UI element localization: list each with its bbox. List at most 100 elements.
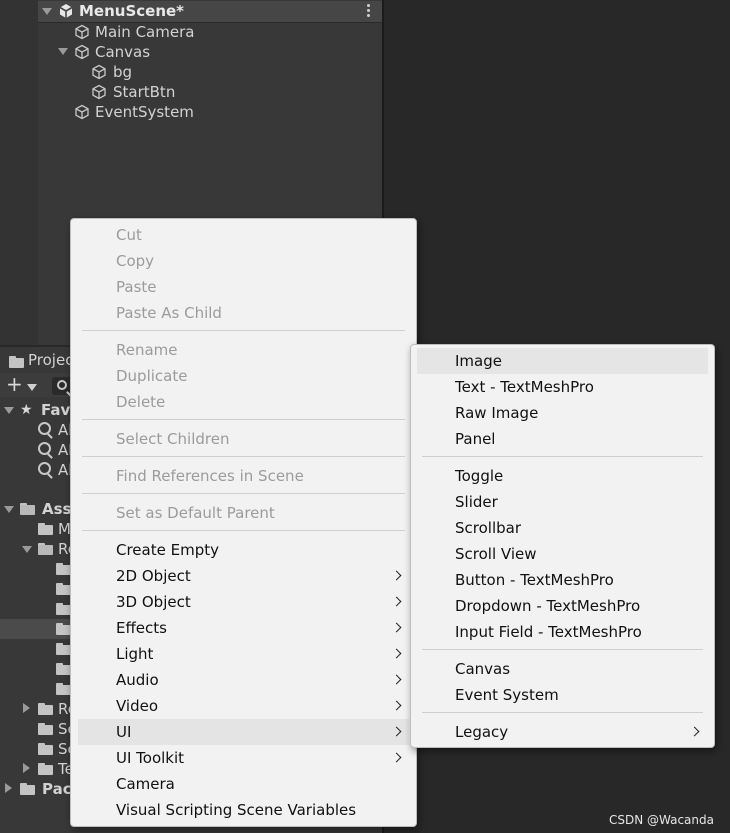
menu-item-copy: Copy (116, 252, 155, 270)
submenu-item-slider[interactable]: Slider (411, 489, 714, 515)
submenu-item-image[interactable]: Image (417, 348, 708, 374)
chevron-right-icon (391, 648, 402, 659)
menu-item-label: 3D Object (116, 593, 191, 611)
gameobject-cube-icon (75, 24, 89, 40)
submenu-item-button-textmeshpro[interactable]: Button - TextMeshPro (411, 567, 714, 593)
menu-item-label: Audio (116, 671, 159, 689)
menu-item-delete: Delete (116, 393, 166, 411)
asset-folder-label: M (58, 520, 71, 538)
menu-item-label: UI (116, 723, 132, 741)
submenu-item-raw-image[interactable]: Raw Image (411, 400, 714, 426)
add-icon[interactable]: + (6, 372, 23, 396)
menu-item-2d-object[interactable]: 2D Object (71, 563, 416, 589)
scene-header-row[interactable]: MenuScene* (38, 1, 383, 23)
collapsed-arrow-icon[interactable] (5, 783, 12, 793)
folder-icon (38, 703, 54, 715)
unity-scene-icon (59, 4, 73, 18)
scene-title: MenuScene* (79, 2, 185, 20)
menu-item-set-default-parent: Set as Default Parent (116, 504, 275, 522)
expand-arrow-icon[interactable] (4, 506, 14, 513)
menu-item-create-empty[interactable]: Create Empty (71, 537, 416, 563)
menu-separator (82, 330, 405, 331)
ui-submenu: Image Text - TextMeshPro Raw Image Panel… (410, 344, 715, 748)
folder-icon (38, 743, 54, 755)
context-menu: Cut Copy Paste Paste As Child Rename Dup… (70, 218, 417, 827)
folder-icon (38, 723, 54, 735)
collapsed-arrow-icon[interactable] (23, 763, 30, 773)
menu-item-paste-as-child: Paste As Child (116, 304, 222, 322)
gameobject-cube-icon (92, 84, 106, 100)
chevron-right-icon (391, 596, 402, 607)
menu-item-camera[interactable]: Camera (71, 771, 416, 797)
add-dropdown-icon[interactable] (27, 384, 37, 391)
search-icon (57, 380, 67, 390)
hierarchy-item-label: StartBtn (113, 83, 176, 101)
collapse-arrow-icon[interactable] (42, 8, 52, 15)
menu-item-find-references: Find References in Scene (116, 467, 304, 485)
collapsed-arrow-icon[interactable] (23, 703, 30, 713)
menu-item-duplicate: Duplicate (116, 367, 188, 385)
menu-separator (82, 456, 405, 457)
menu-item-ui-toolkit[interactable]: UI Toolkit (71, 745, 416, 771)
submenu-item-dropdown-textmeshpro[interactable]: Dropdown - TextMeshPro (411, 593, 714, 619)
hierarchy-gutter (0, 0, 38, 345)
folder-icon (38, 763, 54, 775)
hierarchy-item-label: EventSystem (95, 103, 194, 121)
search-icon (38, 422, 51, 435)
submenu-item-scroll-view[interactable]: Scroll View (411, 541, 714, 567)
menu-item-rename: Rename (116, 341, 178, 359)
folder-icon (9, 356, 25, 368)
submenu-item-event-system[interactable]: Event System (411, 682, 714, 708)
menu-item-light[interactable]: Light (71, 641, 416, 667)
folder-icon (38, 523, 54, 535)
hierarchy-item-label: bg (113, 63, 133, 81)
menu-item-ui[interactable]: UI (78, 719, 409, 745)
search-icon (38, 442, 51, 455)
folder-open-icon (20, 503, 36, 515)
menu-separator (82, 419, 405, 420)
hierarchy-item-label: Main Camera (95, 23, 195, 41)
menu-separator (82, 493, 405, 494)
menu-item-audio[interactable]: Audio (71, 667, 416, 693)
menu-item-3d-object[interactable]: 3D Object (71, 589, 416, 615)
expand-arrow-icon[interactable] (4, 407, 14, 414)
hierarchy-item-label: Canvas (95, 43, 151, 61)
menu-item-label: Effects (116, 619, 167, 637)
folder-icon (20, 783, 36, 795)
chevron-right-icon (391, 622, 402, 633)
menu-separator (82, 530, 405, 531)
chevron-right-icon (391, 700, 402, 711)
submenu-item-panel[interactable]: Panel (411, 426, 714, 452)
menu-item-visual-scripting-scene-variables[interactable]: Visual Scripting Scene Variables (71, 797, 416, 823)
chevron-right-icon (391, 726, 402, 737)
submenu-item-legacy[interactable]: Legacy (411, 719, 714, 745)
submenu-item-scrollbar[interactable]: Scrollbar (411, 515, 714, 541)
menu-item-select-children: Select Children (116, 430, 230, 448)
asset-subfolder-selected[interactable] (0, 619, 76, 639)
more-options-icon[interactable] (367, 4, 371, 19)
menu-separator (422, 712, 703, 713)
submenu-item-canvas[interactable]: Canvas (411, 656, 714, 682)
menu-item-paste: Paste (116, 278, 157, 296)
expand-arrow-icon[interactable] (58, 48, 68, 55)
expand-arrow-icon[interactable] (22, 546, 32, 553)
submenu-item-text-textmeshpro[interactable]: Text - TextMeshPro (411, 374, 714, 400)
submenu-item-toggle[interactable]: Toggle (411, 463, 714, 489)
menu-item-effects[interactable]: Effects (71, 615, 416, 641)
menu-item-label: Legacy (455, 723, 509, 741)
watermark: CSDN @Wacanda (608, 813, 714, 827)
menu-item-label: Light (116, 645, 154, 663)
gameobject-cube-icon (75, 44, 89, 60)
menu-item-label: Video (116, 697, 159, 715)
submenu-item-input-field-textmeshpro[interactable]: Input Field - TextMeshPro (411, 619, 714, 645)
gameobject-cube-icon (75, 104, 89, 120)
chevron-right-icon (391, 570, 402, 581)
chevron-right-icon (391, 752, 402, 763)
search-icon (38, 462, 51, 475)
menu-item-video[interactable]: Video (71, 693, 416, 719)
star-icon: ★ (20, 402, 33, 418)
menu-item-cut: Cut (116, 226, 142, 244)
chevron-right-icon (689, 726, 700, 737)
menu-separator (422, 649, 703, 650)
menu-item-label: 2D Object (116, 567, 191, 585)
